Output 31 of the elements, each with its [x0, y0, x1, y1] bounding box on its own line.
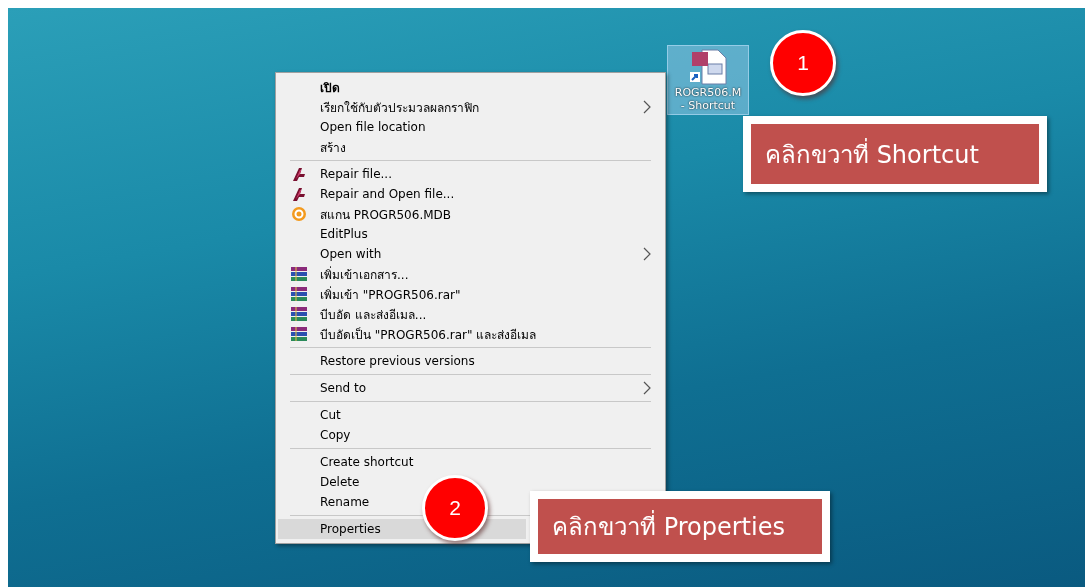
- menu-item[interactable]: บีบอัด และส่งอีเมล...: [278, 304, 663, 324]
- menu-item[interactable]: Repair file...: [278, 164, 663, 184]
- menu-item[interactable]: Create shortcut: [278, 452, 663, 472]
- file-name-label: ROGR506.M: [674, 86, 742, 99]
- menu-item[interactable]: สแกน PROGR506.MDB: [278, 204, 663, 224]
- instruction-tooltip: คลิกขวาที่ Properties: [530, 491, 830, 562]
- menu-item[interactable]: Open file location: [278, 117, 663, 137]
- document-shortcut-icon: [688, 48, 728, 86]
- menu-item[interactable]: เพิ่มเข้า "PROGR506.rar": [278, 284, 663, 304]
- menu-item[interactable]: บีบอัดเป็น "PROGR506.rar" และส่งอีเมล: [278, 324, 663, 344]
- instruction-tooltip: คลิกขวาที่ Shortcut: [743, 116, 1047, 192]
- menu-item[interactable]: EditPlus: [278, 224, 663, 244]
- file-name-label: - Shortcut: [680, 99, 736, 112]
- menu-item[interactable]: Restore previous versions: [278, 351, 663, 371]
- menu-item[interactable]: สร้าง: [278, 137, 663, 157]
- archive-books-icon: [290, 306, 308, 322]
- menu-item[interactable]: Copy: [278, 425, 663, 445]
- archive-books-icon: [290, 326, 308, 342]
- menu-item[interactable]: เพิ่มเข้าเอกสาร...: [278, 264, 663, 284]
- menu-item[interactable]: เรียกใช้กับตัวประมวลผลกราฟิก: [278, 97, 663, 117]
- menu-item[interactable]: Cut: [278, 405, 663, 425]
- archive-books-icon: [290, 266, 308, 282]
- step-number-tooltip: 1: [770, 30, 836, 96]
- menu-item[interactable]: Open with: [278, 244, 663, 264]
- archive-books-icon: [290, 286, 308, 302]
- repair-tool-icon: [291, 166, 307, 182]
- menu-item[interactable]: Repair and Open file...: [278, 184, 663, 204]
- menu-item[interactable]: Send to: [278, 378, 663, 398]
- repair-tool-icon: [291, 186, 307, 202]
- menu-item[interactable]: เปิด: [278, 77, 663, 97]
- scan-icon: [291, 206, 307, 222]
